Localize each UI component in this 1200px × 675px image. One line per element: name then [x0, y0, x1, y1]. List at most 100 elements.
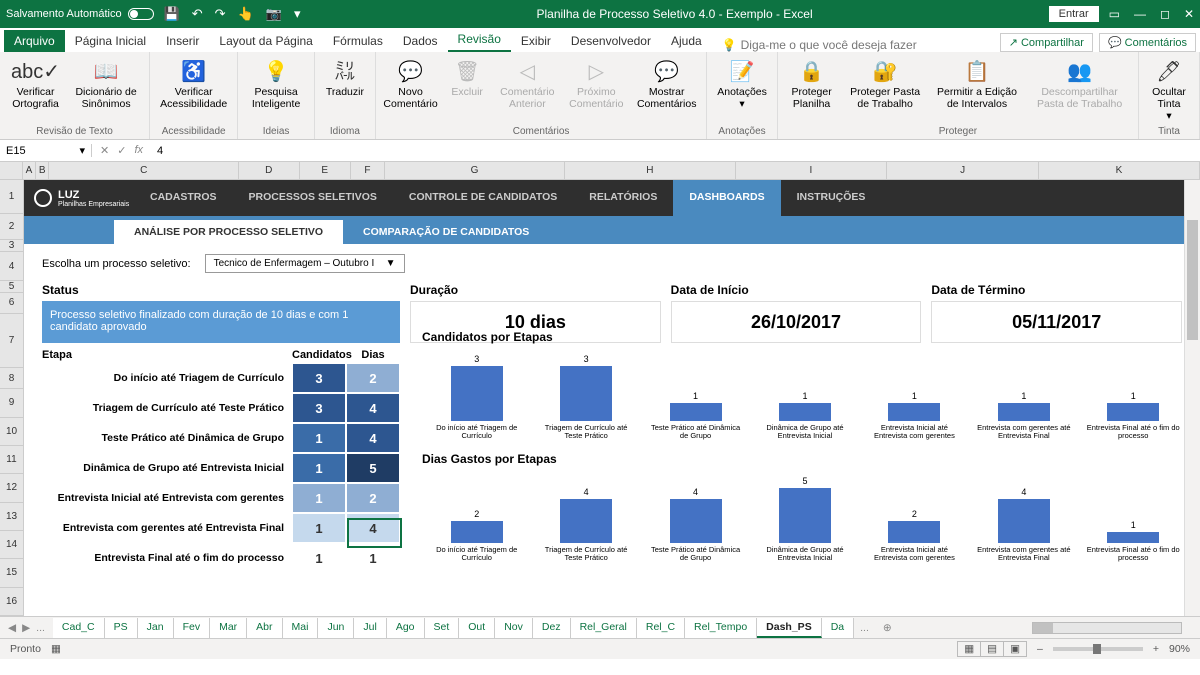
sheet-tab-Mai[interactable]: Mai — [283, 618, 319, 638]
camera-icon[interactable]: 📷 — [266, 6, 282, 22]
sheet-next-icon[interactable]: ▶ — [22, 622, 30, 634]
dash-nav-5[interactable]: INSTRUÇÕES — [781, 192, 882, 204]
confirm-formula-icon[interactable]: ✓ — [117, 144, 126, 157]
etapa-candidatos[interactable]: 1 — [292, 483, 346, 513]
notes-button[interactable]: 📝Anotações▾ — [713, 56, 771, 112]
row-header-11[interactable]: 11 — [0, 446, 24, 474]
thesaurus-button[interactable]: 📖Dicionário de Sinônimos — [69, 56, 143, 112]
etapa-candidatos[interactable]: 1 — [292, 513, 346, 543]
allow-edit-button[interactable]: 📋Permitir a Edição de Intervalos — [931, 56, 1023, 112]
row-header-12[interactable]: 12 — [0, 474, 24, 502]
sheet-tab-Jul[interactable]: Jul — [354, 618, 386, 638]
signin-button[interactable]: Entrar — [1049, 6, 1099, 22]
sheet-tab-Ago[interactable]: Ago — [387, 618, 425, 638]
etapa-candidatos[interactable]: 1 — [292, 453, 346, 483]
maximize-icon[interactable]: ◻ — [1160, 7, 1170, 21]
sheet-tab-Abr[interactable]: Abr — [247, 618, 282, 638]
protect-sheet-button[interactable]: 🔒Proteger Planilha — [784, 56, 839, 112]
col-header-F[interactable]: F — [351, 162, 385, 179]
row-header-10[interactable]: 10 — [0, 418, 24, 446]
dash-nav-1[interactable]: PROCESSOS SELETIVOS — [233, 192, 393, 204]
hide-ink-button[interactable]: 🖊Ocultar Tinta▾ — [1145, 56, 1193, 124]
horizontal-scrollbar[interactable] — [900, 622, 1200, 634]
col-header-B[interactable]: B — [36, 162, 49, 179]
zoom-out-button[interactable]: – — [1037, 643, 1043, 655]
autosave-toggle[interactable]: Salvamento Automático — [6, 8, 154, 20]
accessibility-button[interactable]: ♿Verificar Acessibilidade — [156, 56, 231, 112]
share-button[interactable]: ↗Compartilhar — [1000, 33, 1093, 52]
etapa-dias[interactable]: 2 — [346, 483, 400, 513]
sheet-tab-Mar[interactable]: Mar — [210, 618, 247, 638]
macro-record-icon[interactable]: ▦ — [51, 643, 61, 655]
dash-nav-3[interactable]: RELATÓRIOS — [573, 192, 673, 204]
col-header-H[interactable]: H — [565, 162, 736, 179]
sheets-more[interactable]: ... — [36, 622, 45, 634]
redo-icon[interactable]: ↷ — [215, 6, 226, 22]
row-header-2[interactable]: 2 — [0, 214, 24, 240]
sub-tab-0[interactable]: ANÁLISE POR PROCESSO SELETIVO — [114, 220, 343, 244]
tab-layout[interactable]: Layout da Página — [209, 30, 322, 52]
sheet-tab-Dez[interactable]: Dez — [533, 618, 571, 638]
col-header-J[interactable]: J — [887, 162, 1039, 179]
vertical-scrollbar[interactable] — [1184, 180, 1200, 616]
sheet-tab-PS[interactable]: PS — [105, 618, 138, 638]
worksheet-content[interactable]: LUZPlanilhas Empresariais CADASTROSPROCE… — [24, 180, 1200, 616]
sheet-tab-Fev[interactable]: Fev — [174, 618, 211, 638]
zoom-slider[interactable] — [1053, 647, 1143, 651]
sub-tab-1[interactable]: COMPARAÇÃO DE CANDIDATOS — [343, 220, 549, 244]
minimize-icon[interactable]: — — [1134, 7, 1146, 21]
view-mode-buttons[interactable]: ▦▤▣ — [958, 643, 1027, 655]
tab-formulas[interactable]: Fórmulas — [323, 30, 393, 52]
row-header-15[interactable]: 15 — [0, 559, 24, 587]
sheet-tab-Rel_C[interactable]: Rel_C — [637, 618, 685, 638]
row-header-7[interactable]: 7 — [0, 314, 24, 369]
etapa-candidatos[interactable]: 3 — [292, 363, 346, 393]
row-header-14[interactable]: 14 — [0, 531, 24, 559]
fx-icon[interactable]: fx — [134, 144, 143, 157]
zoom-level[interactable]: 90% — [1169, 643, 1190, 655]
etapa-candidatos[interactable]: 1 — [292, 543, 346, 573]
etapa-dias[interactable]: 4 — [346, 513, 400, 543]
close-icon[interactable]: ✕ — [1184, 7, 1194, 21]
row-header-9[interactable]: 9 — [0, 389, 24, 417]
row-header-13[interactable]: 13 — [0, 503, 24, 531]
tab-home[interactable]: Página Inicial — [65, 30, 156, 52]
row-header-3[interactable]: 3 — [0, 240, 24, 252]
col-header-G[interactable]: G — [385, 162, 565, 179]
save-icon[interactable]: 💾 — [164, 6, 180, 22]
add-sheet-button[interactable]: ⊕ — [875, 622, 900, 634]
col-header-E[interactable]: E — [300, 162, 351, 179]
row-header-5[interactable]: 5 — [0, 281, 24, 293]
tell-me-search[interactable]: 💡 Diga-me o que você deseja fazer — [712, 38, 1000, 52]
toggle-off-icon[interactable] — [128, 8, 154, 20]
formula-input[interactable]: 4 — [151, 145, 1200, 157]
sheet-tab-Da[interactable]: Da — [822, 618, 854, 638]
tab-review[interactable]: Revisão — [448, 28, 511, 52]
sheet-tab-Dash_PS[interactable]: Dash_PS — [757, 618, 822, 638]
row-header-8[interactable]: 8 — [0, 368, 24, 389]
zoom-in-button[interactable]: + — [1153, 643, 1159, 655]
sheet-tab-Jan[interactable]: Jan — [138, 618, 174, 638]
show-comments-button[interactable]: 💬Mostrar Comentários — [633, 56, 700, 112]
dash-nav-0[interactable]: CADASTROS — [134, 192, 233, 204]
protect-workbook-button[interactable]: 🔐Proteger Pasta de Trabalho — [843, 56, 927, 112]
sheet-tab-Jun[interactable]: Jun — [318, 618, 354, 638]
col-header-A[interactable]: A — [23, 162, 36, 179]
undo-icon[interactable]: ↶ — [192, 6, 203, 22]
tab-developer[interactable]: Desenvolvedor — [561, 30, 661, 52]
etapa-dias[interactable]: 1 — [346, 543, 400, 573]
etapa-dias[interactable]: 4 — [346, 393, 400, 423]
sheet-tab-Out[interactable]: Out — [459, 618, 495, 638]
tab-help[interactable]: Ajuda — [661, 30, 712, 52]
etapa-dias[interactable]: 5 — [346, 453, 400, 483]
process-dropdown[interactable]: Tecnico de Enfermagem – Outubro I ▼ — [205, 254, 405, 273]
comments-button[interactable]: 💬Comentários — [1099, 33, 1196, 52]
tab-data[interactable]: Dados — [393, 30, 448, 52]
col-header-K[interactable]: K — [1039, 162, 1200, 179]
chevron-down-icon[interactable]: ▾ — [79, 144, 85, 157]
tab-file[interactable]: Arquivo — [4, 30, 65, 52]
tab-view[interactable]: Exibir — [511, 30, 561, 52]
col-header-C[interactable]: C — [49, 162, 239, 179]
touch-icon[interactable]: 👆 — [238, 6, 254, 22]
smart-lookup-button[interactable]: 💡Pesquisa Inteligente — [244, 56, 308, 112]
